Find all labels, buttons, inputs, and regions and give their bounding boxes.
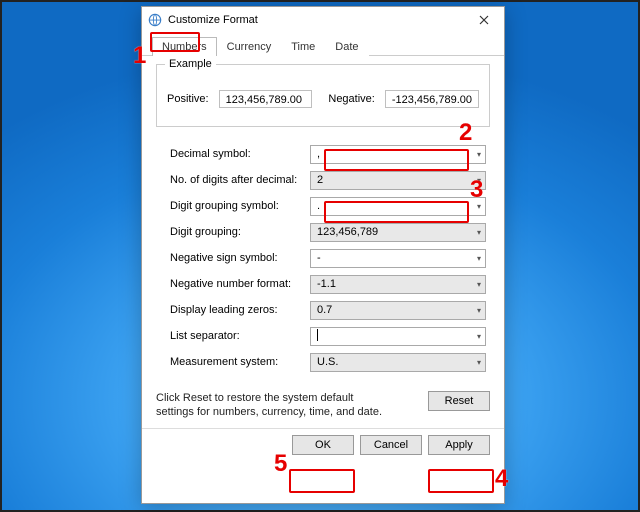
- select-neg-sign[interactable]: - ▾: [310, 249, 486, 268]
- label-digits-after: No. of digits after decimal:: [170, 174, 310, 186]
- globe-icon: [148, 13, 162, 27]
- titlebar: Customize Format: [142, 7, 504, 33]
- customize-format-dialog: Customize Format Numbers Currency Time D…: [141, 6, 505, 504]
- reset-note: Click Reset to restore the system defaul…: [142, 391, 405, 420]
- tabstrip: Numbers Currency Time Date: [142, 33, 504, 56]
- chevron-down-icon: ▾: [477, 150, 481, 159]
- annotation-number-5: 5: [274, 450, 287, 478]
- example-caption: Example: [165, 58, 216, 70]
- reset-row: Click Reset to restore the system defaul…: [142, 391, 504, 420]
- ok-button[interactable]: OK: [292, 435, 354, 455]
- select-list-separator[interactable]: ▾: [310, 327, 486, 346]
- reset-button[interactable]: Reset: [428, 391, 490, 411]
- tab-body: Example Positive: 123,456,789.00 Negativ…: [142, 56, 504, 381]
- select-grouping-symbol[interactable]: . ▾: [310, 197, 486, 216]
- annotation-number-1: 1: [133, 42, 146, 70]
- apply-button[interactable]: Apply: [428, 435, 490, 455]
- value-leading-zeros: 0.7: [317, 304, 332, 316]
- chevron-down-icon: ▾: [477, 228, 481, 237]
- label-digit-grouping: Digit grouping:: [170, 226, 310, 238]
- label-neg-format: Negative number format:: [170, 278, 310, 290]
- separator: [142, 428, 504, 429]
- annotation-number-2: 2: [459, 119, 472, 147]
- value-digit-grouping: 123,456,789: [317, 226, 378, 238]
- chevron-down-icon: ▾: [477, 332, 481, 341]
- annotation-number-4: 4: [495, 465, 508, 493]
- fields: Decimal symbol: , ▾ No. of digits after …: [156, 137, 490, 375]
- label-measurement: Measurement system:: [170, 356, 310, 368]
- label-neg-sign: Negative sign symbol:: [170, 252, 310, 264]
- cancel-button[interactable]: Cancel: [360, 435, 422, 455]
- select-digits-after[interactable]: 2 ▾: [310, 171, 486, 190]
- tab-time[interactable]: Time: [281, 37, 325, 56]
- value-measurement: U.S.: [317, 356, 338, 368]
- negative-label: Negative:: [328, 93, 378, 105]
- dialog-buttons: OK Cancel Apply: [142, 435, 504, 463]
- tab-currency[interactable]: Currency: [217, 37, 282, 56]
- close-button[interactable]: [470, 10, 498, 30]
- value-digits-after: 2: [317, 174, 323, 186]
- chevron-down-icon: ▾: [477, 280, 481, 289]
- select-leading-zeros[interactable]: 0.7 ▾: [310, 301, 486, 320]
- label-list-separator: List separator:: [170, 330, 310, 342]
- positive-label: Positive:: [167, 93, 213, 105]
- tab-numbers[interactable]: Numbers: [152, 37, 217, 56]
- value-neg-sign: -: [317, 252, 321, 264]
- label-leading-zeros: Display leading zeros:: [170, 304, 310, 316]
- chevron-down-icon: ▾: [477, 358, 481, 367]
- window-title: Customize Format: [168, 14, 470, 26]
- chevron-down-icon: ▾: [477, 306, 481, 315]
- value-list-separator: [317, 329, 320, 344]
- value-decimal-symbol: ,: [317, 148, 320, 160]
- chevron-down-icon: ▾: [477, 254, 481, 263]
- label-grouping-symbol: Digit grouping symbol:: [170, 200, 310, 212]
- select-neg-format[interactable]: -1.1 ▾: [310, 275, 486, 294]
- example-group: Example Positive: 123,456,789.00 Negativ…: [156, 64, 490, 127]
- positive-value: 123,456,789.00: [219, 90, 313, 108]
- annotation-number-3: 3: [470, 176, 483, 204]
- select-digit-grouping[interactable]: 123,456,789 ▾: [310, 223, 486, 242]
- tab-date[interactable]: Date: [325, 37, 368, 56]
- value-neg-format: -1.1: [317, 278, 336, 290]
- select-decimal-symbol[interactable]: , ▾: [310, 145, 486, 164]
- value-grouping-symbol: .: [317, 200, 320, 212]
- select-measurement[interactable]: U.S. ▾: [310, 353, 486, 372]
- negative-value: -123,456,789.00: [385, 90, 479, 108]
- label-decimal-symbol: Decimal symbol:: [170, 148, 310, 160]
